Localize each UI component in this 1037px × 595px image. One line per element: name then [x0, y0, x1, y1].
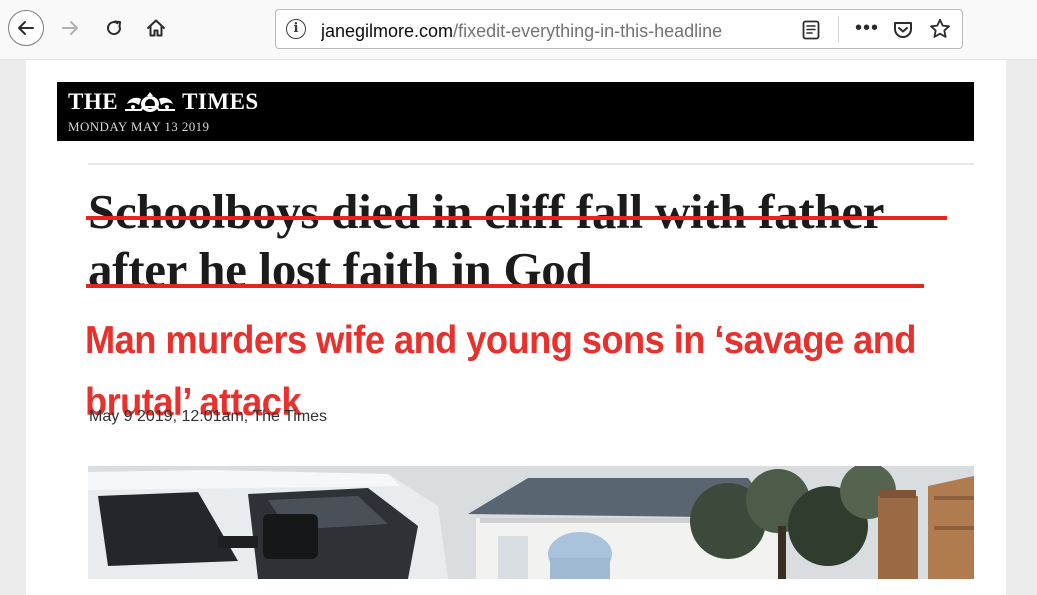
address-bar[interactable]: i janegilmore.com/fixedit-everything-in-… — [275, 9, 963, 49]
home-button[interactable] — [138, 10, 174, 46]
strikethrough-line — [86, 216, 947, 220]
original-headline: Schoolboys died in cliff fall with fathe… — [88, 184, 884, 297]
page-gutter-left — [0, 60, 26, 595]
divider — [88, 163, 974, 165]
url-host: janegilmore.com — [321, 21, 454, 41]
home-icon — [147, 19, 165, 37]
reload-button[interactable] — [96, 10, 132, 46]
article-photo[interactable] — [88, 466, 974, 579]
back-button[interactable] — [8, 10, 44, 46]
page-gutter-right — [1006, 60, 1037, 595]
pocket-icon[interactable] — [891, 18, 915, 42]
browser-toolbar: i janegilmore.com/fixedit-everything-in-… — [0, 0, 1037, 60]
url-path: /fixedit-everything-in-this-headline — [453, 21, 723, 41]
times-masthead[interactable]: THE TIMES MONDAY MAY 13 2019 — [57, 82, 974, 141]
article-photo-illustration — [88, 466, 974, 579]
back-arrow-icon — [18, 21, 34, 35]
forward-arrow-icon — [62, 21, 78, 35]
masthead-title: THE TIMES — [68, 89, 259, 115]
more-icon[interactable]: ••• — [854, 15, 880, 41]
reload-icon — [107, 20, 122, 36]
masthead-title-right: TIMES — [182, 89, 259, 114]
reader-view-icon[interactable] — [800, 19, 822, 41]
url-text[interactable]: janegilmore.com/fixedit-everything-in-th… — [321, 20, 781, 42]
star-icon[interactable] — [928, 17, 952, 41]
address-bar-separator — [838, 16, 839, 42]
strikethrough-line — [86, 284, 924, 288]
crest-icon — [125, 92, 176, 112]
masthead-date: MONDAY MAY 13 2019 — [68, 119, 210, 134]
article-byline: May 9 2019, 12:01am, The Times — [89, 408, 328, 425]
masthead-title-left: THE — [68, 89, 119, 114]
forward-button[interactable] — [52, 10, 88, 46]
info-icon[interactable]: i — [286, 19, 306, 39]
